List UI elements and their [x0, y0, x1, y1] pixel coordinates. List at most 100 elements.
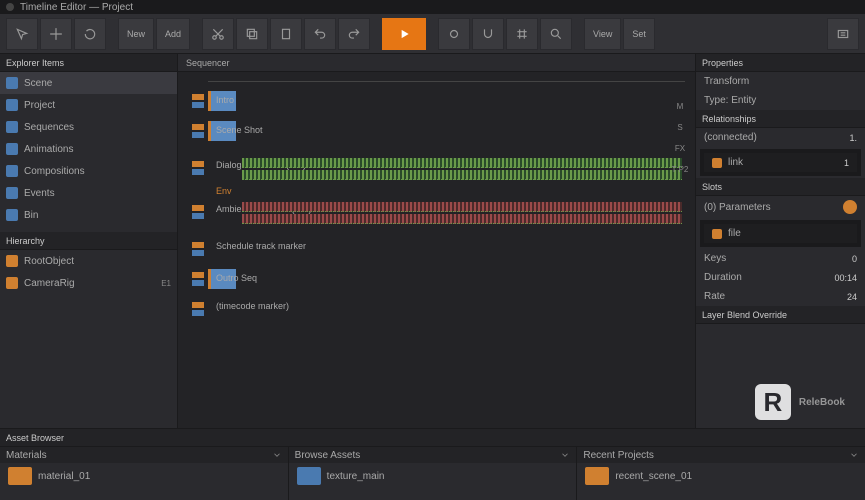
track-head[interactable] [178, 124, 208, 138]
track-lane[interactable]: Intro [208, 89, 685, 113]
track-head[interactable] [178, 161, 208, 175]
blend-header: Layer Blend Override [696, 306, 865, 324]
waveform[interactable] [242, 170, 682, 180]
explorer-panel: Explorer Items SceneProjectSequencesAnim… [0, 54, 177, 226]
marker-icon [192, 280, 204, 286]
track-lane[interactable]: Dialogue Track A (L/R) [208, 156, 685, 180]
kv-val: 00:14 [834, 273, 857, 283]
settings-icon[interactable] [827, 18, 859, 50]
chevron-down-icon[interactable] [849, 450, 859, 460]
kv-row[interactable]: Rate24 [696, 287, 865, 306]
play-button[interactable] [382, 18, 426, 50]
properties-header: Properties [696, 54, 865, 72]
hierarchy-panel: Hierarchy RootObjectCameraRigE1 [0, 232, 177, 294]
timeline-panel: Sequencer IntroScene ShotDialogue Track … [178, 54, 695, 428]
tool-set[interactable]: Set [623, 18, 655, 50]
asset-item[interactable]: material_01 [0, 463, 288, 489]
folder-icon [6, 165, 18, 177]
timeline-track[interactable]: Outro Seq [178, 266, 695, 292]
tool-zoom[interactable] [540, 18, 572, 50]
side-tag[interactable]: FX [675, 144, 685, 153]
right-sidebar: Properties Transform Type: Entity Relati… [695, 54, 865, 428]
hierarchy-item[interactable]: RootObject [0, 250, 177, 272]
timeline-track[interactable]: Schedule track marker [178, 236, 695, 262]
explorer-item[interactable]: Events [0, 182, 177, 204]
explorer-item[interactable]: Project [0, 94, 177, 116]
tool-rec[interactable] [438, 18, 470, 50]
prop-label: Transform [704, 76, 749, 87]
timeline-area[interactable]: Intro Scene Shot Dialogue Track A (L/R) Env… [178, 72, 695, 428]
side-tag[interactable]: M [677, 102, 684, 111]
chevron-down-icon[interactable] [560, 450, 570, 460]
chevron-down-icon[interactable] [272, 450, 282, 460]
track-lane[interactable]: Schedule track marker [208, 237, 685, 261]
hierarchy-item-label: RootObject [24, 256, 74, 267]
timeline-track[interactable]: Scene Shot [178, 118, 695, 144]
kv-row[interactable]: Keys0 [696, 249, 865, 268]
explorer-item-label: Animations [24, 144, 73, 155]
tool-snap[interactable] [472, 18, 504, 50]
track-head[interactable] [178, 242, 208, 256]
marker-icon [192, 310, 204, 316]
slot-row[interactable]: (0) Parameters [696, 196, 865, 218]
track-head[interactable] [178, 94, 208, 108]
tool-view[interactable]: View [584, 18, 621, 50]
assets-header: Asset Browser [0, 429, 865, 447]
asset-pane: Browse Assetstexture_main [289, 447, 578, 500]
track-lane[interactable]: EnvAmbience Track B (L/R) [208, 200, 685, 224]
kv-row[interactable]: Duration 00:14 [696, 268, 865, 287]
tool-undo[interactable] [304, 18, 336, 50]
left-sidebar: Explorer Items SceneProjectSequencesAnim… [0, 54, 178, 428]
side-tag[interactable]: T P2 [672, 165, 689, 174]
prop-row[interactable]: Type: Entity [696, 91, 865, 110]
asset-item[interactable]: recent_scene_01 [577, 463, 865, 489]
tool-redo[interactable] [338, 18, 370, 50]
side-tag[interactable]: S [677, 123, 682, 132]
explorer-item[interactable]: Sequences [0, 116, 177, 138]
toolbar: New Add View Set [0, 14, 865, 54]
tool-paste[interactable] [270, 18, 302, 50]
waveform[interactable] [242, 158, 682, 168]
bottom-panel: Asset Browser Materials material_01Browse… [0, 428, 865, 500]
asset-item[interactable]: texture_main [289, 463, 577, 489]
explorer-item[interactable]: Bin [0, 204, 177, 226]
timeline-track[interactable]: (timecode marker) [178, 296, 695, 322]
marker-icon [192, 250, 204, 256]
tool-new[interactable]: New [118, 18, 154, 50]
tool-add[interactable]: Add [156, 18, 190, 50]
slot-row[interactable]: file [704, 224, 857, 243]
relations-header: Relationships [696, 110, 865, 128]
rel-row[interactable]: (connected)1. [696, 128, 865, 147]
explorer-item[interactable]: Compositions [0, 160, 177, 182]
waveform[interactable] [242, 202, 682, 212]
track-head[interactable] [178, 302, 208, 316]
prop-row[interactable]: Transform [696, 72, 865, 91]
timeline-track[interactable]: EnvAmbience Track B (L/R) [178, 192, 695, 232]
explorer-item[interactable]: Scene [0, 72, 177, 94]
asset-pane: Recent Projectsrecent_scene_01 [577, 447, 865, 500]
tool-grid[interactable] [506, 18, 538, 50]
tool-copy[interactable] [236, 18, 268, 50]
explorer-item[interactable]: Animations [0, 138, 177, 160]
object-icon [6, 277, 18, 289]
explorer-item-label: Sequences [24, 122, 74, 133]
tool-select[interactable] [6, 18, 38, 50]
hierarchy-item[interactable]: CameraRigE1 [0, 272, 177, 294]
track-lane[interactable]: Scene Shot [208, 119, 685, 143]
tool-cut[interactable] [202, 18, 234, 50]
time-ruler[interactable] [208, 74, 685, 82]
tool-move[interactable] [40, 18, 72, 50]
timeline-track[interactable]: Dialogue Track A (L/R) [178, 148, 695, 188]
pane-title: Materials [6, 450, 47, 461]
marker-icon [192, 161, 204, 167]
track-lane[interactable]: Outro Seq [208, 267, 685, 291]
track-head[interactable] [178, 205, 208, 219]
track-lane[interactable]: (timecode marker) [208, 297, 685, 321]
kv-label: Duration [704, 272, 742, 283]
track-head[interactable] [178, 272, 208, 286]
folder-icon [6, 209, 18, 221]
timeline-track[interactable]: Intro [178, 88, 695, 114]
waveform[interactable] [242, 214, 682, 224]
tool-rotate[interactable] [74, 18, 106, 50]
rel-row[interactable]: link1 [704, 153, 857, 172]
